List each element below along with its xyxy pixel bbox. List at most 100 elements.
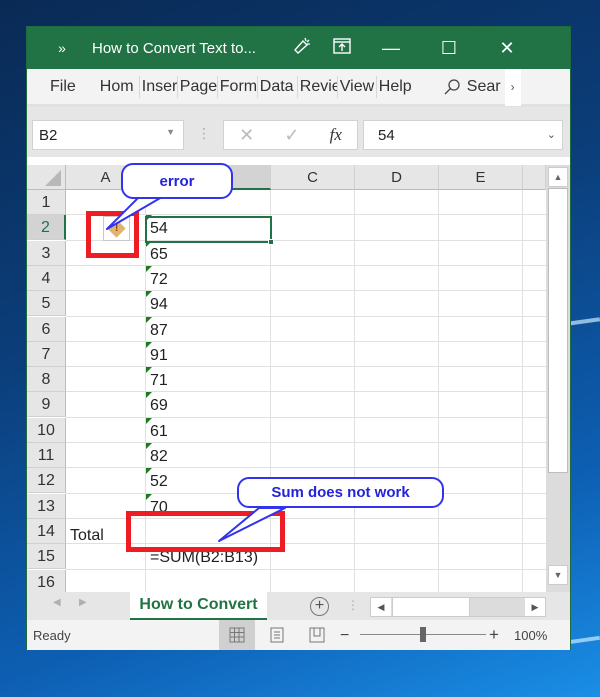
- cell-b7[interactable]: 91: [146, 341, 270, 367]
- cell-b8[interactable]: 71: [146, 367, 270, 392]
- name-box-value: B2: [39, 127, 58, 144]
- tab-insert[interactable]: Inser: [140, 75, 178, 98]
- row-header-10[interactable]: 10: [27, 417, 66, 443]
- row-header-9[interactable]: 9: [27, 392, 66, 418]
- row-header-12[interactable]: 12: [27, 468, 66, 494]
- row-header-8[interactable]: 8: [27, 367, 66, 393]
- cell-b5[interactable]: 94: [146, 291, 270, 316]
- tab-data[interactable]: Data: [258, 75, 298, 98]
- ribbon-scroll-right-button[interactable]: ›: [504, 67, 521, 106]
- select-all-button[interactable]: [27, 165, 66, 190]
- row-header-2[interactable]: 2: [27, 215, 66, 241]
- gridline: [66, 366, 546, 368]
- close-button[interactable]: ✕: [478, 38, 536, 59]
- status-bar: Ready − + 100%: [27, 620, 570, 650]
- gridline: [66, 568, 546, 570]
- minimize-button[interactable]: —: [362, 38, 420, 59]
- scroll-down-button[interactable]: ▼: [548, 565, 568, 585]
- quick-access-toolbar-icon[interactable]: »: [42, 40, 82, 56]
- gridline: [66, 264, 546, 266]
- gridline: [66, 290, 546, 292]
- light-bulb-icon[interactable]: [282, 36, 322, 61]
- vertical-scrollbar[interactable]: ▲ ▼: [546, 165, 570, 597]
- zoom-in-button[interactable]: +: [489, 625, 499, 645]
- cell-b3[interactable]: 65: [146, 240, 270, 266]
- column-header-d[interactable]: D: [355, 165, 439, 190]
- gridline: [66, 239, 546, 241]
- zoom-out-button[interactable]: −: [340, 627, 349, 645]
- vertical-scroll-thumb[interactable]: [548, 188, 568, 473]
- error-callout: error: [121, 163, 233, 199]
- horizontal-scroll-thumb[interactable]: [392, 598, 470, 616]
- zoom-level[interactable]: 100%: [514, 628, 547, 643]
- tab-split-handle[interactable]: ⋮: [347, 598, 359, 612]
- gridline: [522, 190, 523, 597]
- scroll-right-button[interactable]: ▶: [525, 598, 545, 616]
- next-sheet-icon[interactable]: ▶: [79, 597, 87, 608]
- page-break-view-button[interactable]: [299, 620, 335, 650]
- gridline: [354, 190, 355, 597]
- sheet-tab-how-to-convert[interactable]: How to Convert: [130, 592, 267, 620]
- cell-b14[interactable]: [146, 519, 270, 544]
- maximize-button[interactable]: ☐: [420, 38, 478, 59]
- horizontal-scrollbar[interactable]: ◀ ▶: [370, 597, 546, 617]
- expand-formula-bar-icon[interactable]: ⌄: [547, 128, 556, 141]
- cell-b6[interactable]: 87: [146, 316, 270, 342]
- excel-window: » How to Convert Text to... — ☐ ✕ File H…: [26, 26, 571, 650]
- formula-input[interactable]: 54 ⌄: [363, 120, 563, 150]
- row-header-14[interactable]: 14: [27, 518, 66, 544]
- gridline: [270, 190, 271, 597]
- ribbon-display-options-icon[interactable]: [322, 37, 362, 59]
- insert-function-button[interactable]: fx: [330, 125, 342, 145]
- resize-handle[interactable]: ⋮: [197, 125, 211, 142]
- tab-page-layout[interactable]: Page: [178, 75, 218, 98]
- row-header-3[interactable]: 3: [27, 240, 66, 266]
- name-box[interactable]: B2 ▼: [32, 120, 184, 150]
- search-box[interactable]: Sear: [443, 78, 501, 96]
- scroll-up-button[interactable]: ▲: [548, 167, 568, 187]
- cell-b10[interactable]: 61: [146, 417, 270, 443]
- tab-formulas[interactable]: Form: [218, 75, 258, 98]
- row-header-1[interactable]: 1: [27, 190, 66, 215]
- tab-review[interactable]: Revie: [298, 75, 338, 98]
- row-header-16[interactable]: 16: [27, 569, 66, 595]
- tab-home[interactable]: Hom: [98, 75, 140, 98]
- formula-bar: B2 ▼ ⋮ ✕ ✓ fx 54 ⌄: [27, 107, 570, 157]
- zoom-slider-thumb[interactable]: [420, 627, 426, 642]
- column-header-e[interactable]: E: [439, 165, 523, 190]
- cell-b15[interactable]: =SUM(B2:B13): [146, 544, 270, 569]
- cell-b4[interactable]: 72: [146, 265, 270, 291]
- sheet-tab-bar: ◀ ▶ How to Convert + ⋮ ◀ ▶: [27, 592, 570, 620]
- tab-file[interactable]: File: [48, 76, 78, 98]
- previous-sheet-icon[interactable]: ◀: [53, 597, 61, 608]
- row-header-11[interactable]: 11: [27, 443, 66, 468]
- chevron-down-icon[interactable]: ▼: [166, 127, 175, 137]
- row-header-15[interactable]: 15: [27, 544, 66, 570]
- enter-button[interactable]: ✓: [284, 125, 299, 146]
- cell-b11[interactable]: 82: [146, 443, 270, 468]
- row-header-5[interactable]: 5: [27, 291, 66, 317]
- column-header-f[interactable]: [523, 165, 546, 190]
- cell-a15[interactable]: Total: [66, 522, 145, 547]
- cancel-button[interactable]: ✕: [239, 125, 254, 146]
- row-header-6[interactable]: 6: [27, 316, 66, 342]
- error-warning-button[interactable]: !: [103, 216, 130, 241]
- row-header-4[interactable]: 4: [27, 265, 66, 291]
- page-layout-icon: [270, 627, 284, 643]
- normal-view-button[interactable]: [219, 620, 255, 650]
- row-header-13[interactable]: 13: [27, 493, 66, 519]
- scroll-left-button[interactable]: ◀: [371, 598, 391, 616]
- grid-view-icon: [229, 627, 245, 643]
- formula-value: 54: [378, 127, 395, 144]
- cell-b9[interactable]: 69: [146, 392, 270, 417]
- page-layout-view-button[interactable]: [259, 620, 295, 650]
- tab-help[interactable]: Help: [377, 76, 415, 98]
- tab-view[interactable]: View: [338, 75, 377, 98]
- spreadsheet-grid[interactable]: A B C D E 125436547259468779187196910611…: [27, 157, 570, 597]
- column-header-c[interactable]: C: [271, 165, 355, 190]
- cell-b16[interactable]: [146, 570, 270, 595]
- new-sheet-button[interactable]: +: [310, 597, 329, 616]
- gridline: [66, 214, 546, 216]
- cell-b2[interactable]: 54: [146, 215, 270, 240]
- row-header-7[interactable]: 7: [27, 341, 66, 367]
